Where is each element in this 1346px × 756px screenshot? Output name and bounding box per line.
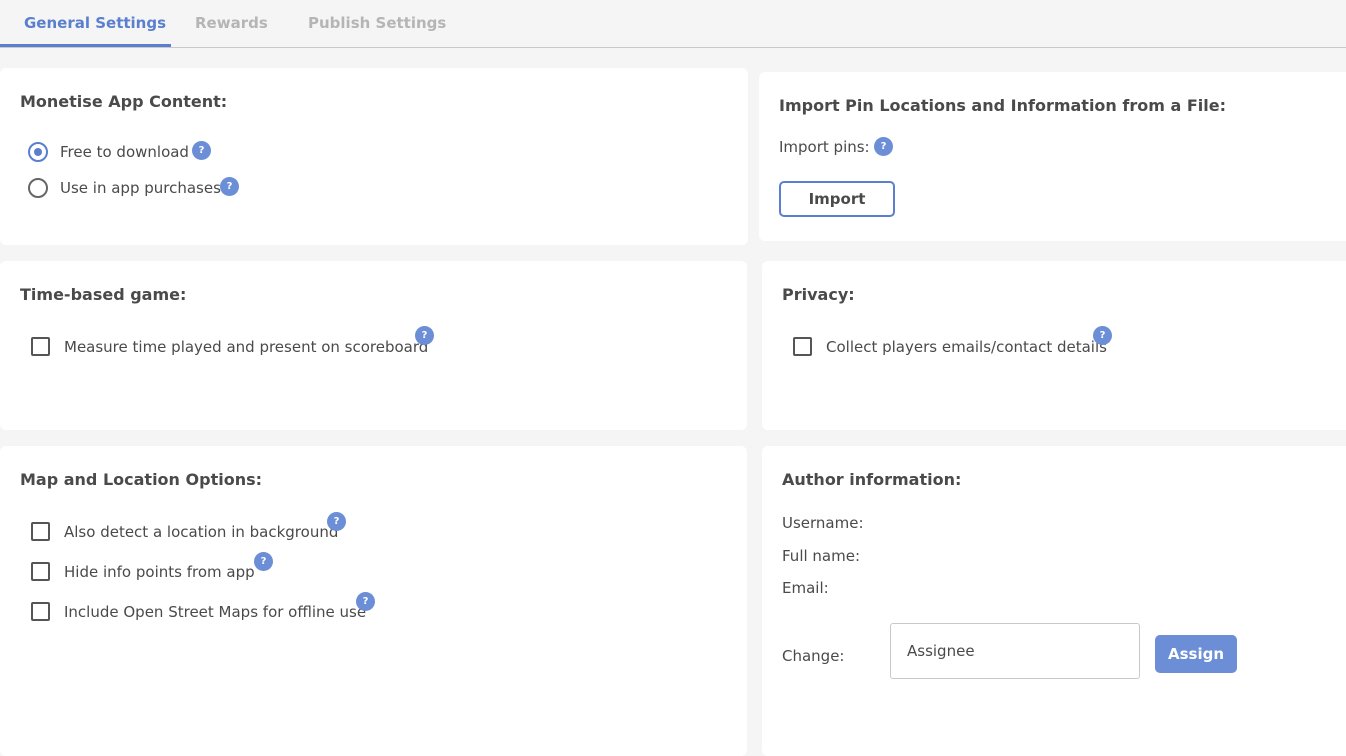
free-to-download-label: Free to download [60,143,189,161]
tab-general-settings[interactable]: General Settings [24,14,166,32]
tab-publish-settings[interactable]: Publish Settings [308,14,446,32]
import-button[interactable]: Import [779,181,895,217]
in-app-purchases-radio[interactable] [28,178,48,198]
author-title: Author information: [782,470,962,489]
assignee-input[interactable] [890,623,1140,679]
background-location-help-icon[interactable]: ? [327,512,346,531]
change-label: Change: [782,647,845,665]
privacy-title: Privacy: [782,285,855,304]
open-street-maps-checkbox[interactable] [31,602,50,621]
monetise-title: Monetise App Content: [20,92,228,111]
monetise-card: Monetise App Content: Free to download ?… [0,68,748,245]
username-label: Username: [782,514,864,532]
measure-time-checkbox[interactable] [31,337,50,356]
map-options-title: Map and Location Options: [20,470,262,489]
fullname-label: Full name: [782,547,861,565]
active-tab-indicator [0,44,171,47]
settings-tab-bar: General Settings Rewards Publish Setting… [0,0,1346,48]
background-location-label: Also detect a location in background [64,523,339,541]
map-options-card: Map and Location Options: Also detect a … [0,446,747,756]
background-location-checkbox[interactable] [31,522,50,541]
import-title: Import Pin Locations and Information fro… [779,96,1226,115]
in-app-purchases-label: Use in app purchases [60,179,221,197]
tab-rewards[interactable]: Rewards [195,14,268,32]
collect-emails-help-icon[interactable]: ? [1093,326,1112,345]
import-card: Import Pin Locations and Information fro… [759,72,1346,241]
free-to-download-help-icon[interactable]: ? [192,141,211,160]
measure-time-help-icon[interactable]: ? [415,326,434,345]
open-street-maps-help-icon[interactable]: ? [356,592,375,611]
in-app-purchases-help-icon[interactable]: ? [220,177,239,196]
measure-time-label: Measure time played and present on score… [64,338,429,356]
author-card: Author information: Username: Full name:… [762,446,1346,756]
hide-info-points-help-icon[interactable]: ? [254,552,273,571]
time-based-card: Time-based game: Measure time played and… [0,261,747,430]
hide-info-points-label: Hide info points from app [64,563,255,581]
import-pins-label: Import pins: [779,138,870,156]
import-pins-help-icon[interactable]: ? [874,137,893,156]
assign-button[interactable]: Assign [1155,635,1237,673]
time-based-title: Time-based game: [20,285,187,304]
collect-emails-label: Collect players emails/contact details [826,338,1107,356]
email-label: Email: [782,579,829,597]
collect-emails-checkbox[interactable] [793,337,812,356]
open-street-maps-label: Include Open Street Maps for offline use [64,603,367,621]
free-to-download-radio[interactable] [28,142,48,162]
privacy-card: Privacy: Collect players emails/contact … [762,261,1346,430]
hide-info-points-checkbox[interactable] [31,562,50,581]
